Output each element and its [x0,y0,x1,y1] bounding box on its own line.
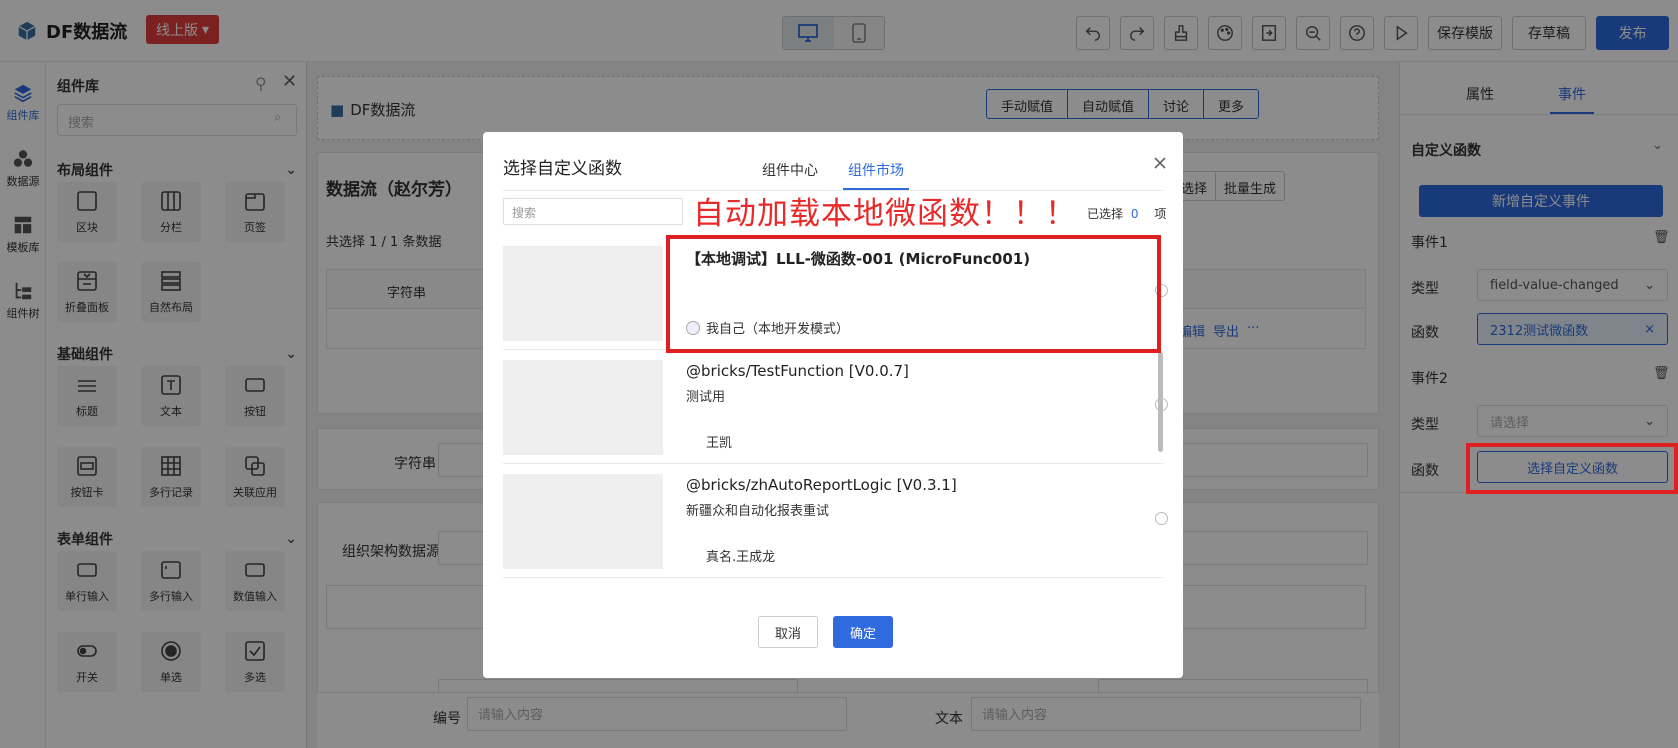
function-name: @bricks/TestFunction [V0.0.7] [686,362,909,380]
function-search-input[interactable]: 搜索 [503,198,683,225]
function-name: @bricks/zhAutoReportLogic [V0.3.1] [686,476,957,494]
list-scrollbar[interactable] [1158,352,1163,452]
annotation-text: 自动加载本地微函数！！！ [693,196,1077,232]
modal-title: 选择自定义函数 [503,159,622,179]
highlight-box-select-button [1466,443,1678,494]
select-function-modal: 选择自定义函数 组件中心 组件市场 搜索 自动加载本地微函数！！！ 已选择 0 … [483,132,1183,678]
selected-number: 0 [1130,207,1139,221]
function-radio[interactable] [1155,512,1168,525]
selected-suffix: 项 [1154,207,1167,221]
function-desc: 新疆众和自动化报表重试 [686,504,830,519]
function-author: 真名.王成龙 [706,550,776,565]
function-thumbnail [503,246,663,341]
selected-count: 已选择 0 项 [1087,205,1166,222]
selected-prefix: 已选择 [1087,207,1124,221]
list-end [483,578,1183,579]
highlight-box-local-function [666,235,1161,353]
function-item[interactable]: @bricks/TestFunction [V0.0.7] 测试用 王凯 [503,350,1168,464]
function-thumbnail [503,360,663,455]
function-author: 王凯 [706,436,733,451]
confirm-button[interactable]: 确定 [833,616,893,648]
function-thumbnail [503,474,663,569]
cancel-button[interactable]: 取消 [758,616,818,648]
tab-component-market[interactable]: 组件市场 [848,160,904,180]
function-item[interactable]: @bricks/zhAutoReportLogic [V0.3.1] 新疆众和自… [503,464,1168,578]
close-icon[interactable] [1151,154,1169,172]
function-desc: 测试用 [686,390,726,405]
tab-component-center[interactable]: 组件中心 [762,160,818,180]
